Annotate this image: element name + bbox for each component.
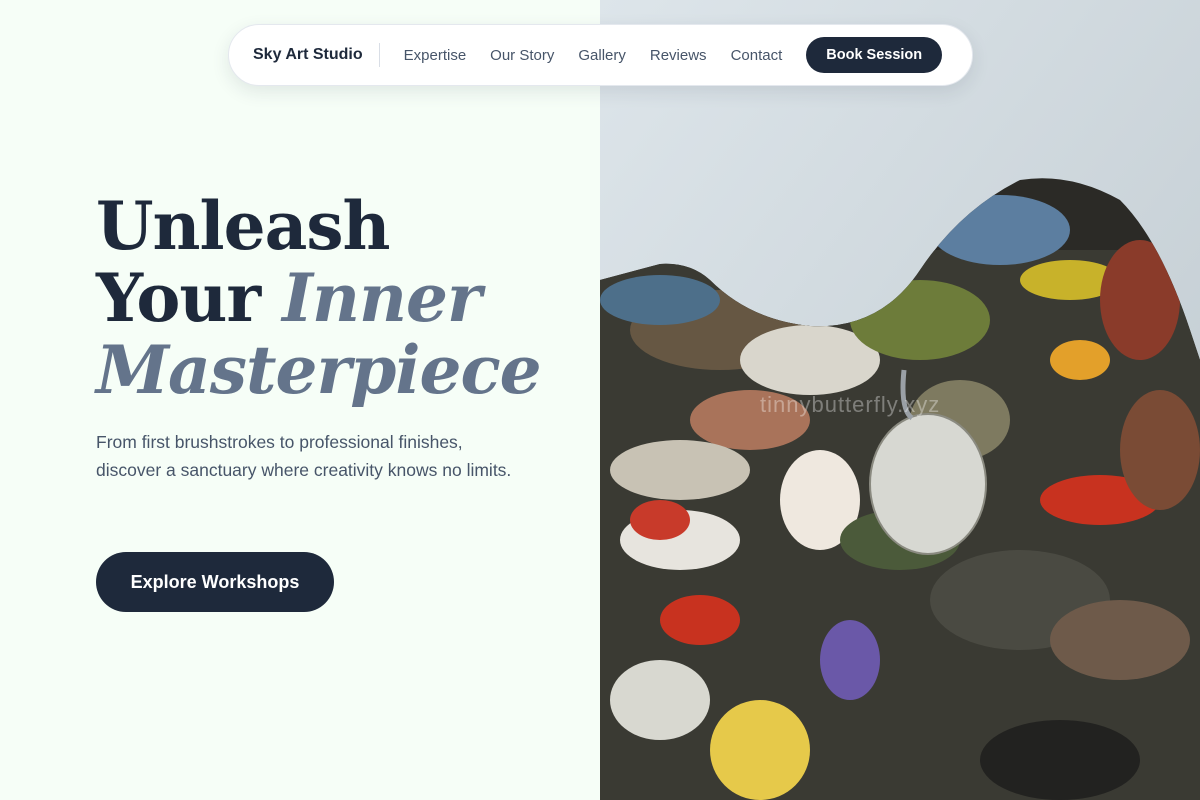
nav-link-contact[interactable]: Contact — [731, 47, 783, 64]
hero-title-accent-inner: Inner — [282, 259, 482, 337]
nav-link-gallery[interactable]: Gallery — [578, 47, 626, 64]
nav-link-expertise[interactable]: Expertise — [404, 47, 467, 64]
hero-title-line1: Unleash — [96, 187, 391, 265]
brand-logo[interactable]: Sky Art Studio — [253, 43, 380, 67]
nav-link-reviews[interactable]: Reviews — [650, 47, 707, 64]
image-watermark: tinnybutterfly.xyz — [760, 392, 941, 417]
book-session-button[interactable]: Book Session — [806, 37, 943, 73]
top-navigation: Sky Art Studio Expertise Our Story Galle… — [228, 24, 973, 86]
nav-link-our-story[interactable]: Our Story — [490, 47, 554, 64]
nav-links: Expertise Our Story Gallery Reviews Cont… — [404, 47, 807, 64]
hero-subtitle: From first brushstrokes to professional … — [96, 432, 512, 480]
hero-title-accent-masterpiece: Masterpiece — [96, 331, 542, 409]
hero-title: Unleash Your Inner Masterpiece — [96, 190, 576, 406]
hero-title-line2: Your — [96, 259, 283, 337]
explore-workshops-button[interactable]: Explore Workshops — [96, 552, 334, 612]
